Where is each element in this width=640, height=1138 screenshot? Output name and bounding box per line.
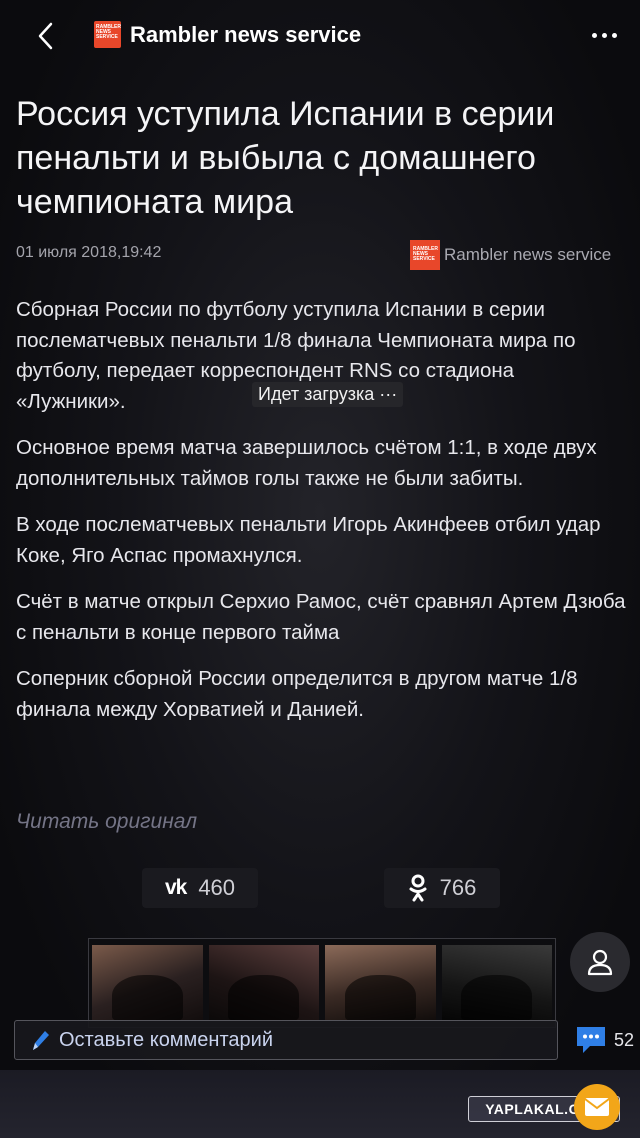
mail-button[interactable]: [574, 1084, 620, 1130]
read-original-link[interactable]: Читать оригинал: [16, 810, 197, 834]
loading-toast: Идет загрузка ···: [252, 382, 404, 407]
ad-image[interactable]: [325, 945, 436, 1021]
pencil-icon: [33, 1031, 49, 1050]
rns-logo: RAMBLER NEWS SERVICE: [94, 21, 121, 48]
article-source[interactable]: RAMBLER NEWS SERVICE Rambler news service: [410, 240, 611, 270]
comments-button[interactable]: 52: [574, 1024, 634, 1056]
source-title: Rambler news service: [130, 22, 362, 47]
vk-share-count: 460: [198, 875, 236, 900]
envelope-icon: [584, 1098, 610, 1116]
vk-icon: vk: [164, 876, 187, 899]
paragraph: Счёт в матче открыл Серхио Рамос, счёт с…: [16, 590, 626, 644]
share-vk-button[interactable]: vk 460: [142, 868, 258, 908]
top-bar: RAMBLER NEWS SERVICE Rambler news service: [0, 0, 640, 70]
ad-image[interactable]: [92, 945, 203, 1021]
rns-logo-small: RAMBLER NEWS SERVICE: [410, 240, 440, 270]
paragraph: Соперник сборной России определится в др…: [16, 667, 578, 721]
ok-share-count: 766: [439, 875, 477, 900]
comment-count: 52: [614, 1029, 635, 1050]
ad-image[interactable]: [441, 945, 552, 1021]
paragraph: Основное время матча завершилось счётом …: [16, 436, 597, 490]
article-body: Сборная России по футболу уступила Испан…: [16, 295, 628, 741]
more-options-button[interactable]: [586, 22, 622, 48]
ad-image[interactable]: [208, 945, 319, 1021]
chevron-left-icon: [38, 22, 53, 50]
user-icon: [587, 949, 613, 976]
article-title: Россия уступила Испании в серии пенальти…: [16, 95, 555, 221]
comment-placeholder: Оставьте комментарий: [59, 1028, 274, 1051]
comment-input[interactable]: Оставьте комментарий: [14, 1020, 558, 1060]
ad-banner[interactable]: [88, 938, 556, 1028]
paragraph: В ходе послематчевых пенальти Игорь Акин…: [16, 513, 601, 567]
article-source-label: Rambler news service: [444, 245, 612, 264]
back-button[interactable]: [28, 18, 64, 54]
odnoklassniki-icon: [409, 874, 427, 902]
more-dots-icon: [591, 32, 597, 38]
share-ok-button[interactable]: 766: [384, 868, 500, 908]
profile-button[interactable]: [570, 932, 630, 992]
comment-bubble-icon: [577, 1027, 605, 1053]
article-date: 01 июля 2018,19:42: [16, 244, 162, 261]
